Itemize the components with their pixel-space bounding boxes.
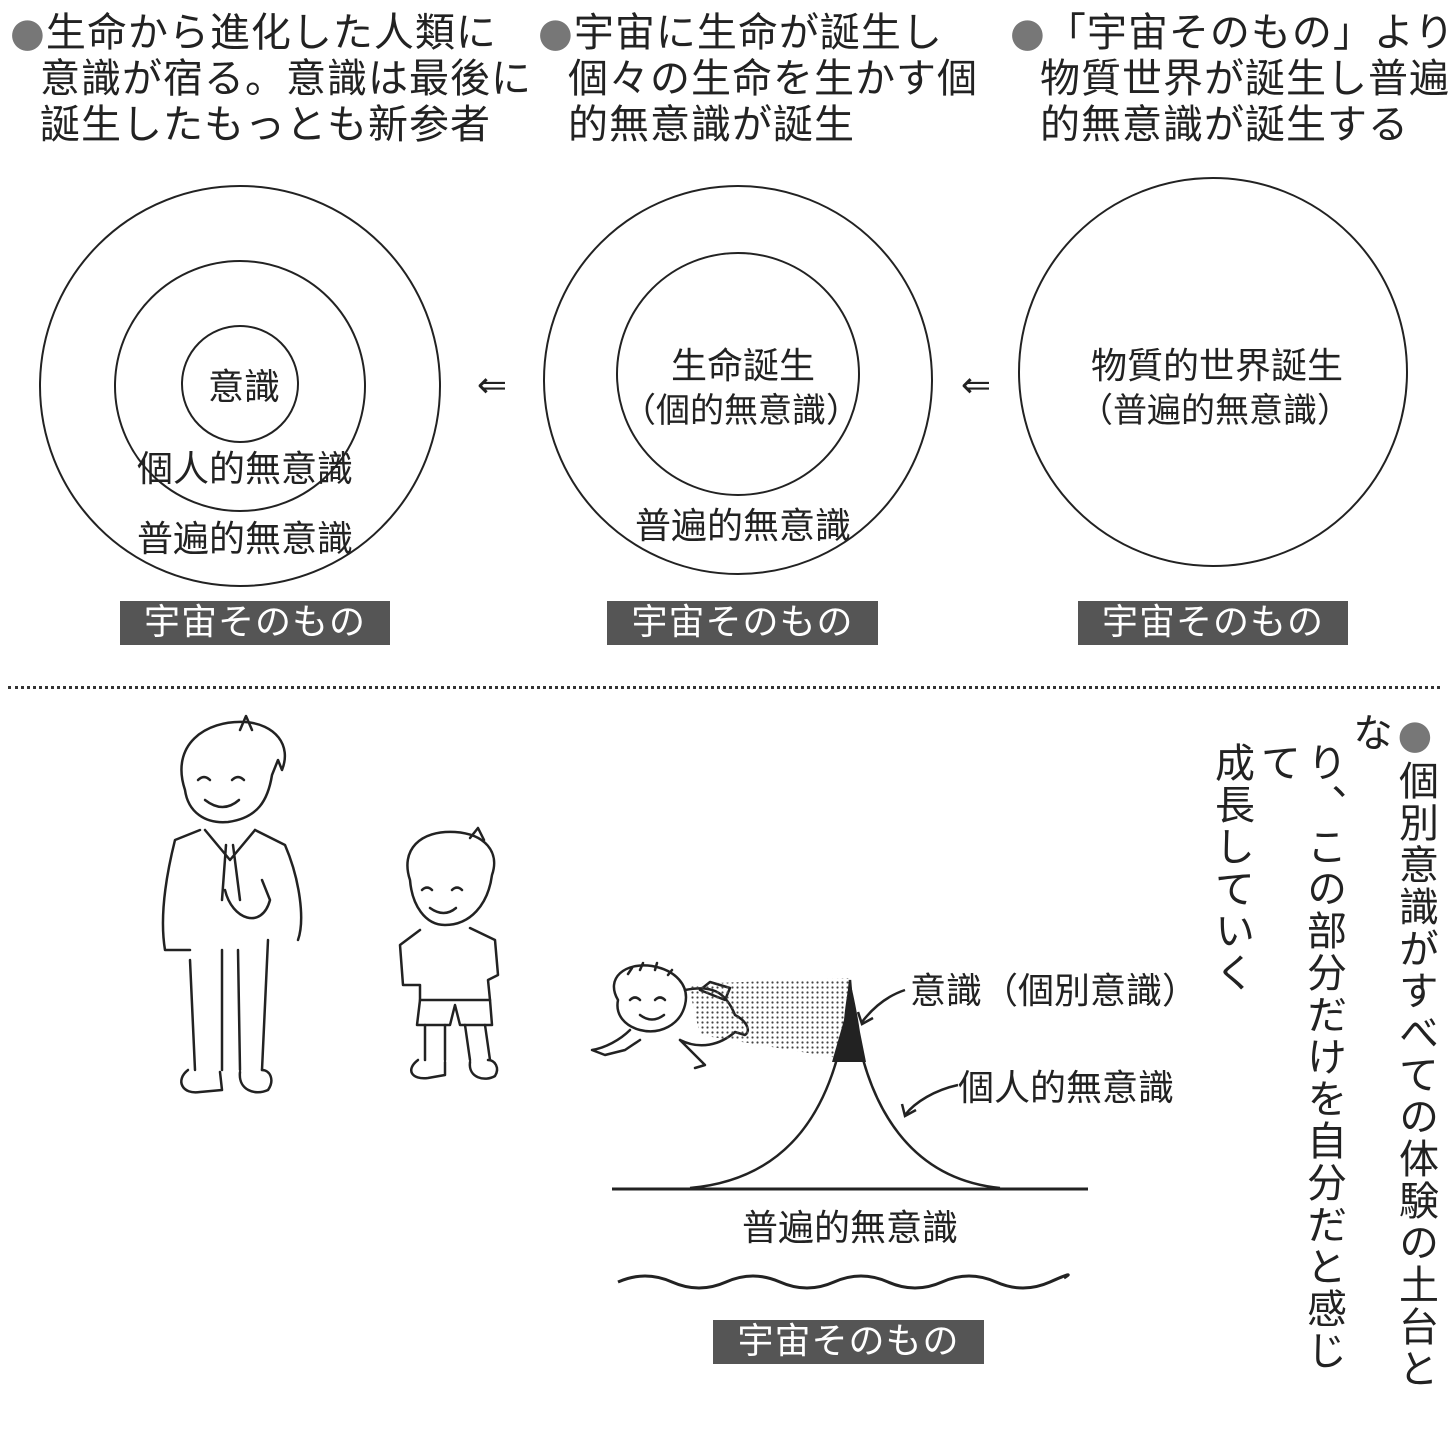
bullet-icon: ●: [1392, 712, 1438, 760]
light-cone: [688, 978, 850, 1060]
universal-unconscious-label: 普遍的無意識: [742, 1208, 958, 1249]
wave-line: [617, 1273, 1070, 1290]
adult-figure: [161, 714, 303, 1094]
consciousness-pointer: [861, 988, 906, 1023]
universe-label-bottom: 宇宙そのもの: [713, 1320, 984, 1364]
consciousness-label: 意識（個別意識）: [910, 971, 1198, 1012]
vertical-caption: ●個別意識がすべての体験の土台とな り、この部分だけを自分だと感じて 成長してい…: [1208, 712, 1438, 1412]
personal-unconscious-label: 個人的無意識: [958, 1068, 1174, 1109]
vertical-line-3: 成長していく: [1208, 742, 1254, 994]
vertical-line-1: ●個別意識がすべての体験の土台とな: [1346, 712, 1438, 1390]
child-figure: [398, 826, 500, 1080]
vertical-line-1-text: 個別意識がすべての体験の土台とな: [1346, 712, 1438, 1390]
vertical-line-2: り、この部分だけを自分だと感じて: [1254, 742, 1346, 1372]
